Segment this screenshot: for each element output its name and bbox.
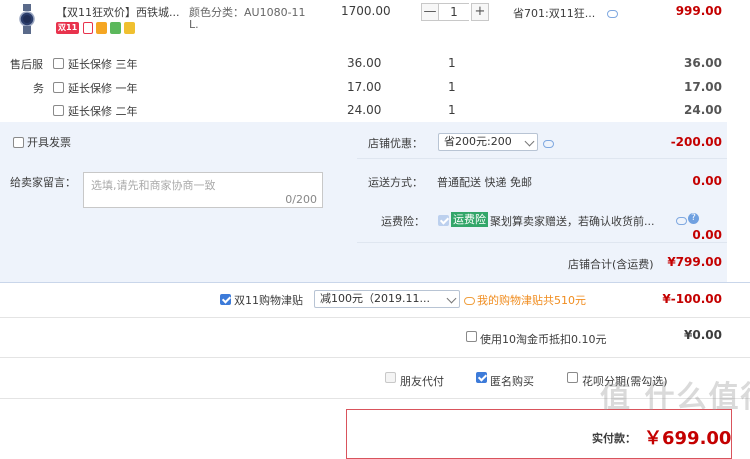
divider bbox=[0, 282, 750, 283]
chat-bubble-icon[interactable] bbox=[464, 294, 475, 307]
divider bbox=[357, 158, 727, 159]
coins-amount: ¥0.00 bbox=[684, 328, 722, 342]
invoice-checkbox[interactable] bbox=[13, 137, 24, 148]
insurance-tag: 运费险 bbox=[451, 212, 488, 227]
watermark-text: 值 什么值得买 bbox=[600, 380, 750, 415]
seven-day-icon bbox=[96, 22, 107, 34]
allowance-select-value: 减100元（2019.11... bbox=[320, 292, 430, 305]
divider bbox=[0, 357, 750, 358]
aftersale-option-qty: 1 bbox=[448, 103, 456, 117]
huabei-checkbox[interactable] bbox=[567, 372, 578, 383]
aftersale-option-qty: 1 bbox=[448, 56, 456, 70]
unit-price: 1700.00 bbox=[341, 4, 391, 18]
insurance-amount: 0.00 bbox=[692, 228, 722, 242]
payment-value: ￥699.00 bbox=[644, 428, 732, 449]
aftersale-option-label: 延长保修 二年 bbox=[68, 105, 138, 118]
aftersale-checkbox[interactable] bbox=[53, 58, 64, 69]
shop-discount-amount: -200.00 bbox=[670, 135, 722, 149]
allowance-select[interactable]: 减100元（2019.11... bbox=[314, 290, 460, 308]
message-counter: 0/200 bbox=[285, 193, 317, 206]
invoice-label: 开具发票 bbox=[27, 136, 71, 149]
qty-minus-button[interactable]: — bbox=[421, 3, 439, 21]
insurance-text: 聚划算卖家赠送，若确认收货前... bbox=[490, 215, 655, 228]
guarantee-icon bbox=[110, 22, 121, 34]
item-title[interactable]: 【双11狂欢价】西铁城... bbox=[56, 4, 180, 20]
aftersale-checkbox[interactable] bbox=[53, 82, 64, 93]
shipping-label: 运送方式： bbox=[368, 176, 423, 189]
aftersale-checkbox[interactable] bbox=[53, 105, 64, 116]
aftersale-label: 售后服 bbox=[10, 58, 43, 71]
site-watermark: 值 什么值得买 bbox=[600, 372, 750, 416]
insurance-checkbox[interactable] bbox=[438, 215, 449, 226]
shop-discount-select[interactable]: 省200元:200 bbox=[438, 133, 538, 151]
shop-discount-value: 省200元:200 bbox=[444, 135, 512, 148]
message-label: 给卖家留言： bbox=[10, 176, 76, 189]
allowance-checkbox[interactable] bbox=[220, 294, 231, 305]
payment-box: 实付款： ￥699.00 bbox=[346, 409, 732, 459]
shop-total-value: ¥799.00 bbox=[667, 255, 722, 269]
shop-total-label: 店铺合计(含运费) bbox=[568, 258, 654, 271]
qty-plus-button[interactable]: + bbox=[471, 3, 489, 21]
coins-label: 使用10淘金币抵扣0.10元 bbox=[480, 333, 607, 346]
allowance-amount: ¥-100.00 bbox=[662, 292, 722, 306]
qty-input[interactable]: 1 bbox=[439, 3, 469, 21]
divider bbox=[357, 242, 727, 243]
message-textarea[interactable]: 选填,请先和商家协商一致 0/200 bbox=[83, 172, 323, 208]
coins-checkbox[interactable] bbox=[466, 331, 477, 342]
aftersale-option-qty: 1 bbox=[448, 80, 456, 94]
chevron-down-icon bbox=[446, 293, 457, 304]
watch-thumbnail[interactable] bbox=[18, 4, 36, 34]
help-icon[interactable]: ? bbox=[688, 213, 699, 224]
aftersale-option-total: 36.00 bbox=[684, 56, 722, 70]
shield-icon bbox=[83, 22, 93, 34]
allowance-note: 我的购物津贴共510元 bbox=[477, 294, 586, 307]
anonymous-label: 匿名购买 bbox=[490, 375, 534, 388]
chevron-down-icon bbox=[524, 136, 535, 147]
sku-label-line2: L. bbox=[189, 18, 199, 31]
friend-pay-label: 朋友代付 bbox=[400, 375, 444, 388]
message-placeholder: 选填,请先和商家协商一致 bbox=[91, 179, 216, 192]
double11-badge: 双11 bbox=[56, 22, 80, 34]
chat-bubble-icon[interactable] bbox=[676, 214, 687, 227]
shop-discount-label: 店铺优惠： bbox=[368, 137, 423, 150]
aftersale-option-total: 24.00 bbox=[684, 103, 722, 117]
shipping-amount: 0.00 bbox=[692, 174, 722, 188]
friend-pay-checkbox[interactable] bbox=[385, 372, 396, 383]
shipping-value: 普通配送 快递 免邮 bbox=[437, 176, 532, 189]
discount-text: 省701:双11狂... bbox=[513, 7, 596, 20]
aftersale-option-price: 36.00 bbox=[347, 56, 382, 70]
aftersale-option-price: 17.00 bbox=[347, 80, 382, 94]
aftersale-option-label: 延长保修 三年 bbox=[68, 58, 138, 71]
sku-label: 颜色分类：AU1080-11 bbox=[189, 6, 306, 19]
aftersale-option-price: 24.00 bbox=[347, 103, 382, 117]
aftersale-option-total: 17.00 bbox=[684, 80, 722, 94]
aftersale-label-line2: 务 bbox=[33, 82, 44, 95]
insurance-label: 运费险： bbox=[381, 215, 425, 228]
item-subtotal: 999.00 bbox=[675, 4, 722, 18]
allowance-label: 双11购物津贴 bbox=[234, 294, 303, 307]
chat-bubble-icon[interactable] bbox=[543, 137, 554, 150]
aftersale-option-label: 延长保修 一年 bbox=[68, 82, 138, 95]
card-icon bbox=[124, 22, 135, 34]
chat-bubble-icon[interactable] bbox=[607, 7, 618, 20]
payment-label: 实付款： bbox=[592, 432, 636, 445]
divider bbox=[0, 317, 750, 318]
anonymous-checkbox[interactable] bbox=[476, 372, 487, 383]
